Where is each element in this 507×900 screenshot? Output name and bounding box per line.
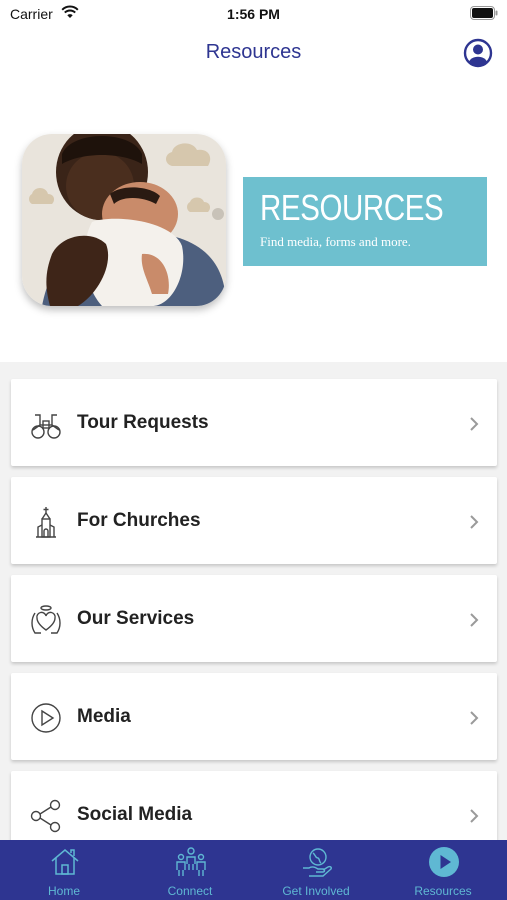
list-item-label: For Churches <box>77 510 201 531</box>
tab-label: Resources <box>414 884 472 898</box>
tab-label: Get Involved <box>282 884 350 898</box>
people-icon <box>176 847 206 876</box>
tab-resources[interactable]: Resources <box>380 840 506 900</box>
list-item-label: Social Media <box>77 804 193 825</box>
hand-globe-icon <box>303 848 332 877</box>
resources-banner: RESOURCES Find media, forms and more. <box>243 177 487 266</box>
tab-bar: Home Connect Get Involved Resources <box>0 840 507 900</box>
list-item-our-services[interactable]: Our Services <box>11 575 497 662</box>
chevron-right-icon <box>470 809 479 823</box>
list-item-tour-requests[interactable]: Tour Requests <box>11 379 497 466</box>
chevron-right-icon <box>470 515 479 529</box>
list-item-for-churches[interactable]: For Churches <box>11 477 497 564</box>
home-icon <box>51 849 79 875</box>
list-item-label: Media <box>77 706 131 727</box>
resources-list: Tour Requests For Churches Our Services … <box>0 362 507 840</box>
list-item-social-media[interactable]: Social Media <box>11 771 497 840</box>
tab-get-involved[interactable]: Get Involved <box>253 840 379 900</box>
share-icon <box>30 799 61 833</box>
tab-label: Home <box>47 884 80 898</box>
tab-connect[interactable]: Connect <box>127 840 253 900</box>
status-bar: Carrier 1:56 PM <box>0 0 507 28</box>
play-circle-icon <box>429 847 459 877</box>
chevron-right-icon <box>470 613 479 627</box>
banner-subtitle: Find media, forms and more. <box>260 234 411 249</box>
list-item-label: Our Services <box>77 608 195 629</box>
chevron-right-icon <box>470 711 479 725</box>
hero-section: RESOURCES Find media, forms and more. <box>0 78 507 362</box>
banner-title: RESOURCES <box>260 187 444 228</box>
tab-home[interactable]: Home <box>1 840 127 900</box>
binoculars-icon <box>31 414 61 439</box>
chevron-right-icon <box>470 417 479 431</box>
list-item-label: Tour Requests <box>77 412 209 433</box>
list-item-media[interactable]: Media <box>11 673 497 760</box>
angel-heart-icon <box>31 605 61 634</box>
church-icon <box>36 507 56 538</box>
page-title: Resources <box>205 41 302 63</box>
play-circle-icon <box>31 703 61 733</box>
father-baby-image <box>22 134 226 306</box>
nav-bar: Resources <box>0 28 507 78</box>
hero-photo <box>22 134 226 306</box>
clock: 1:56 PM <box>227 6 280 22</box>
battery-icon <box>470 6 498 20</box>
tab-label: Connect <box>167 884 213 898</box>
profile-button[interactable] <box>463 38 493 68</box>
